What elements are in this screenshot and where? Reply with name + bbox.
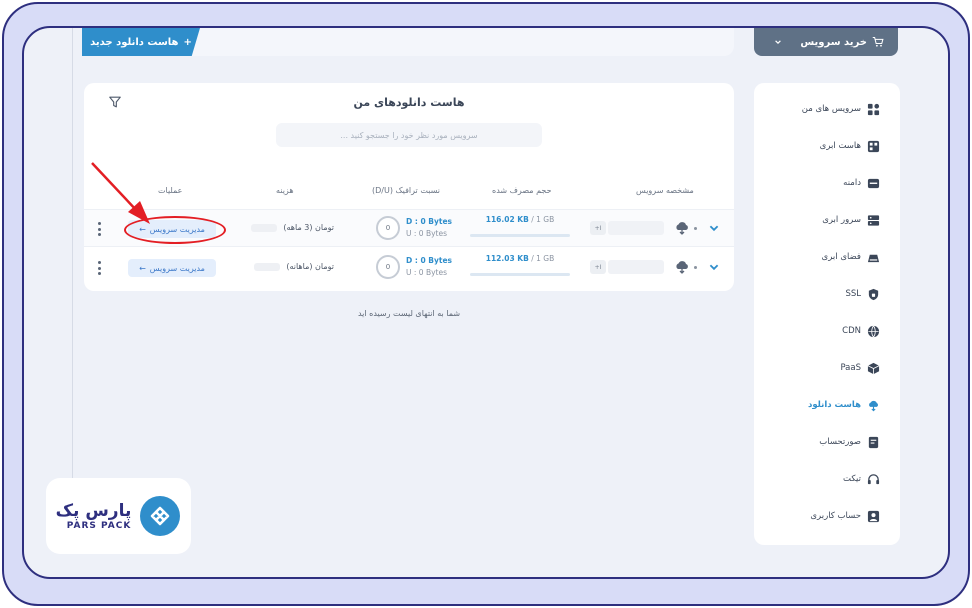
traffic-ratio-ring: 0 [376,216,400,240]
cdn-icon [867,325,880,337]
column-traffic-ratio: نسبت ترافیک (D/U) [372,186,440,195]
sidebar-item-ticket[interactable]: تیکت [843,471,880,487]
logo-name-fa: پارس پک [55,501,132,521]
manage-service-button[interactable]: مدیریت سرویس ← [128,259,216,277]
status-dot [694,266,697,269]
sidebar-item-download-host[interactable]: هاست دانلود [808,397,880,413]
cost-cell: تومان (ماهانه) [224,262,334,271]
sidebar-item-paas[interactable]: PaaS [840,360,880,376]
lock-icon [868,288,879,300]
sidebar-item-cdn[interactable]: CDN [842,323,880,339]
grid-icon [867,103,880,115]
usage-progress-bar [470,273,570,276]
sidebar-item-account[interactable]: حساب کاربری [810,508,880,524]
sidebar-item-cloud-server[interactable]: سرور ابری [822,212,880,228]
traffic-cell: D : 0 Bytes U : 0 Bytes [406,217,453,238]
download-cloud-icon [676,222,688,235]
storage-icon [867,254,880,262]
divider [72,28,73,478]
service-chip: +I [590,221,606,235]
download-hosts-card: هاست دانلودهای من عملیات هزینه نسبت تراف… [84,83,734,291]
end-of-list-text: شما به انتهای لیست رسیده اید [357,309,461,318]
usage-progress-bar [470,234,570,237]
redacted-service-name [608,221,664,235]
download-cloud-icon [869,400,879,411]
column-usage: حجم مصرف شده [492,186,552,195]
chevron-down-icon[interactable] [708,261,720,273]
plus-icon: + [183,36,192,48]
sidebar-item-invoices[interactable]: صورتحساب [819,434,880,450]
invoice-icon [868,436,879,448]
new-download-host-button[interactable]: + هاست دانلود جدید [82,28,200,56]
sidebar-item-my-services[interactable]: سرویس های من [802,101,880,117]
cost-cell: تومان (3 ماهه) [224,223,334,232]
traffic-ratio-ring: 0 [376,255,400,279]
search-input[interactable] [276,123,542,147]
annotation-arrow-icon [91,162,150,224]
more-options-icon[interactable] [96,261,102,275]
usage-cell: 112.03 KB / 1 GB [485,254,555,263]
sidebar-item-ssl[interactable]: SSL [845,286,880,302]
parspack-logo: پارس پک PARS PACK [46,478,191,554]
logo-name-en: PARS PACK [66,521,132,531]
arrow-left-icon: ← [139,263,146,273]
usage-cell: 116.02 KB / 1 GB [485,215,555,224]
buy-service-button[interactable]: خرید سرویس [754,28,898,56]
download-cloud-icon [676,261,688,274]
chevron-down-icon [775,40,781,45]
column-cost: هزینه [276,186,294,195]
sidebar-item-domain[interactable]: دامنه [843,175,880,191]
traffic-cell: D : 0 Bytes U : 0 Bytes [406,256,453,277]
sidebar: سرویس های من هاست ابری دامنه سرور ابری ف… [754,83,900,545]
chevron-down-icon[interactable] [708,222,720,234]
sidebar-item-cloud-storage[interactable]: فضای ابری [822,249,880,265]
column-service-spec: مشخصه سرویس [636,186,694,195]
redacted-price [251,223,278,232]
headset-icon [867,473,880,484]
cart-icon [872,36,884,47]
page-title: هاست دانلودهای من [353,96,465,109]
cloud-host-icon [867,140,880,152]
user-icon [867,510,880,522]
filter-icon[interactable] [108,95,122,109]
domain-icon [867,178,880,188]
table-row: مدیریت سرویس ← تومان (ماهانه) 0 D : 0 By… [84,249,734,287]
status-dot [694,227,697,230]
redacted-price [254,262,281,271]
parspack-logo-icon [140,496,181,536]
column-operations: عملیات [158,186,183,195]
cube-icon [867,362,880,374]
sidebar-item-cloud-host[interactable]: هاست ابری [820,138,880,154]
redacted-service-name [608,260,664,274]
server-icon [867,214,880,226]
service-chip: +I [590,260,606,274]
